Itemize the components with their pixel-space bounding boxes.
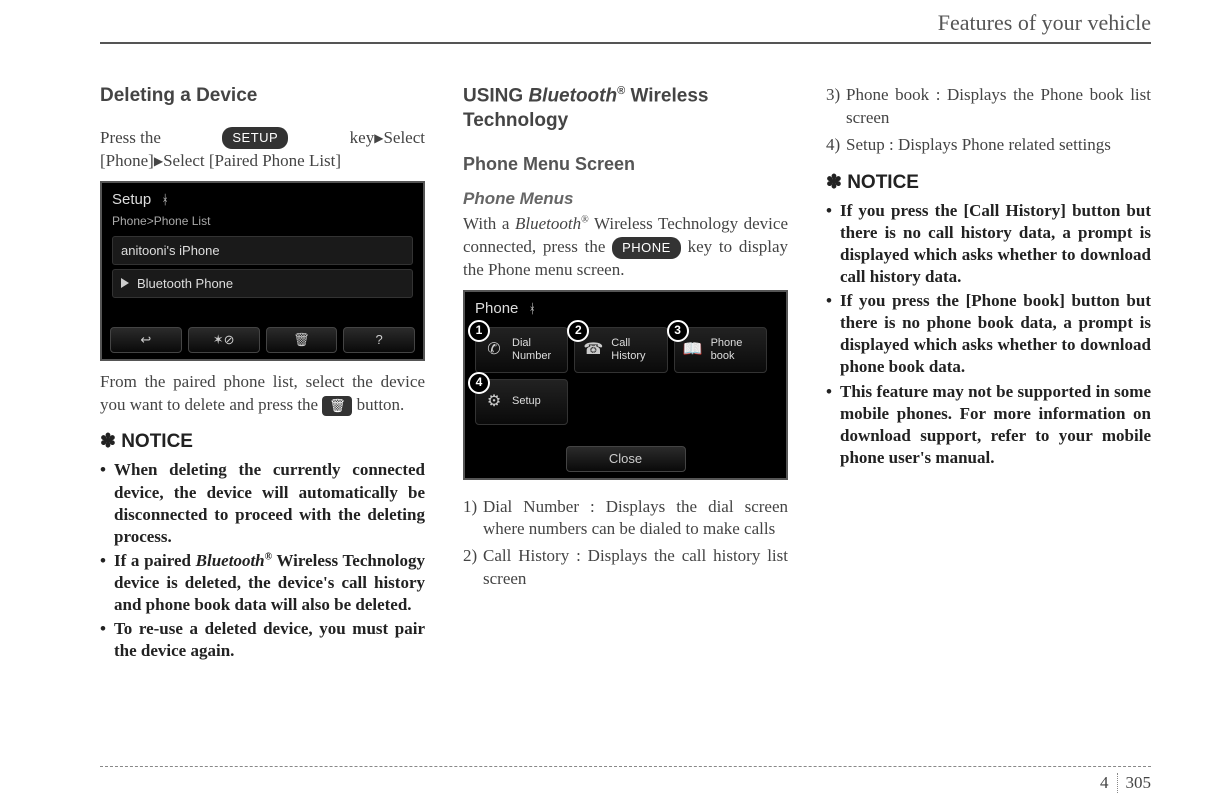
phone-key-pill: PHONE [612,237,681,259]
page-footer: 4 305 [100,766,1151,793]
screenshot-paired-phone-list: Setup ᚼ Phone>Phone List anitooni's iPho… [100,181,425,361]
numbered-list-col3: 3) Phone book : Displays the Phone book l… [826,84,1151,157]
setup-key-pill: SETUP [222,127,288,149]
list-item: 4) Setup : Displays Phone related setting… [826,134,1151,157]
running-head: Features of your vehicle [100,10,1151,44]
tile-label: Phone [711,337,743,349]
tile-label: book [711,350,735,362]
shot-title-phone: Phone [475,300,518,317]
list-item: 1) Dial Number : Displays the dial screen… [463,496,788,542]
bt-disconnect-button[interactable]: ✶⊘ [188,327,260,353]
text-with-a: With a [463,214,515,233]
column-2: USING Bluetooth® Wireless Technology Pho… [463,84,788,664]
tile-label: History [611,350,645,362]
notice-list-col1: When deleting the currently connected de… [100,459,425,662]
tile-phone-book[interactable]: 3 📖 Phonebook [674,327,767,373]
notice-list-col3: If you press the [Call History] button b… [826,200,1151,469]
tile-call-history[interactable]: 2 ☎ CallHistory [574,327,667,373]
text-select: Select [383,128,425,147]
text-press-the: Press the [100,127,161,150]
heading-phone-menu-screen: Phone Menu Screen [463,154,788,175]
text-select-paired: Select [Paired Phone List] [163,151,341,170]
callout-badge: 1 [468,320,490,342]
device-name-1: anitooni's iPhone [121,243,220,258]
numbered-list-col2: 1) Dial Number : Displays the dial screen… [463,496,788,592]
notice-item: If you press the [Phone book] button but… [826,290,1151,378]
page-number: 305 [1126,773,1152,792]
notice-item: If you press the [Call History] button b… [826,200,1151,288]
list-text: Call History : Displays the call history… [483,546,788,588]
heading-phone-menus: Phone Menus [463,189,788,209]
gear-icon: ⚙ [482,390,506,414]
list-text: Phone book : Displays the Phone book lis… [846,85,1151,127]
close-button[interactable]: Close [566,446,686,472]
text-bluetooth-italic: Bluetooth [528,85,617,106]
text-phone-bracket: [Phone] [100,151,154,170]
list-item: 2) Call History : Displays the call histo… [463,545,788,591]
tile-setup[interactable]: 4 ⚙ Setup [475,379,568,425]
help-button[interactable]: ? [343,327,415,353]
list-number: 2) [463,545,477,568]
list-item: 3) Phone book : Displays the Phone book l… [826,84,1151,130]
list-number: 4) [826,134,840,157]
heading-using-bluetooth: USING Bluetooth® Wireless Technology [463,84,788,134]
screenshot-phone-menu: Phone ᚼ 1 ✆ DialNumber 2 ☎ CallHistory [463,290,788,480]
triangle-icon: ▶ [154,154,163,168]
text-using: USING [463,85,528,106]
back-button[interactable]: ↩ [110,327,182,353]
list-text: Dial Number : Displays the dial screen w… [483,497,788,539]
notice-heading: NOTICE [826,171,1151,194]
list-number: 1) [463,496,477,519]
bluetooth-icon: ᚼ [528,301,536,316]
callout-badge: 2 [567,320,589,342]
instruction-press-setup: Press the SETUP key▶Select [Phone]▶Selec… [100,127,425,173]
tile-label: Number [512,350,551,362]
paired-device-row[interactable]: anitooni's iPhone [112,236,413,265]
tile-label: Setup [512,395,541,407]
list-number: 3) [826,84,840,107]
dial-icon: ✆ [482,338,506,362]
text-key: key [350,128,375,147]
bluetooth-icon: ᚼ [161,192,169,207]
notice-item: When deleting the currently connected de… [100,459,425,547]
column-1: Deleting a Device Press the SETUP key▶Se… [100,84,425,664]
callout-badge: 3 [667,320,689,342]
tile-label: Dial [512,337,531,349]
paired-device-row[interactable]: Bluetooth Phone [112,269,413,298]
instruction-delete-device: From the paired phone list, select the d… [100,371,425,417]
registered-mark: ® [581,214,589,225]
callout-badge: 4 [468,372,490,394]
list-text: Setup : Displays Phone related settings [846,135,1111,154]
para-with-bluetooth: With a Bluetooth® Wireless Technology de… [463,213,788,282]
column-3: 3) Phone book : Displays the Phone book l… [826,84,1151,664]
text-button: button. [357,395,405,414]
registered-mark: ® [617,85,625,97]
play-icon [121,278,129,288]
shot-breadcrumb: Phone>Phone List [108,214,417,234]
notice-item: If a paired Bluetooth® Wireless Technolo… [100,550,425,616]
call-history-icon: ☎ [581,338,605,362]
tile-label: Call [611,337,630,349]
tile-dial-number[interactable]: 1 ✆ DialNumber [475,327,568,373]
notice-item: To re-use a deleted device, you must pai… [100,618,425,662]
shot-title-setup: Setup [112,191,151,208]
notice-item: This feature may not be supported in som… [826,381,1151,469]
device-name-2: Bluetooth Phone [137,276,233,291]
phone-book-icon: 📖 [681,338,705,362]
heading-deleting-device: Deleting a Device [100,84,425,109]
trash-icon-button: 🗑 [322,396,352,416]
notice-heading: NOTICE [100,430,425,453]
delete-button[interactable]: 🗑 [266,327,338,353]
chapter-number: 4 [1100,773,1118,793]
text-bluetooth-italic: Bluetooth [515,214,581,233]
